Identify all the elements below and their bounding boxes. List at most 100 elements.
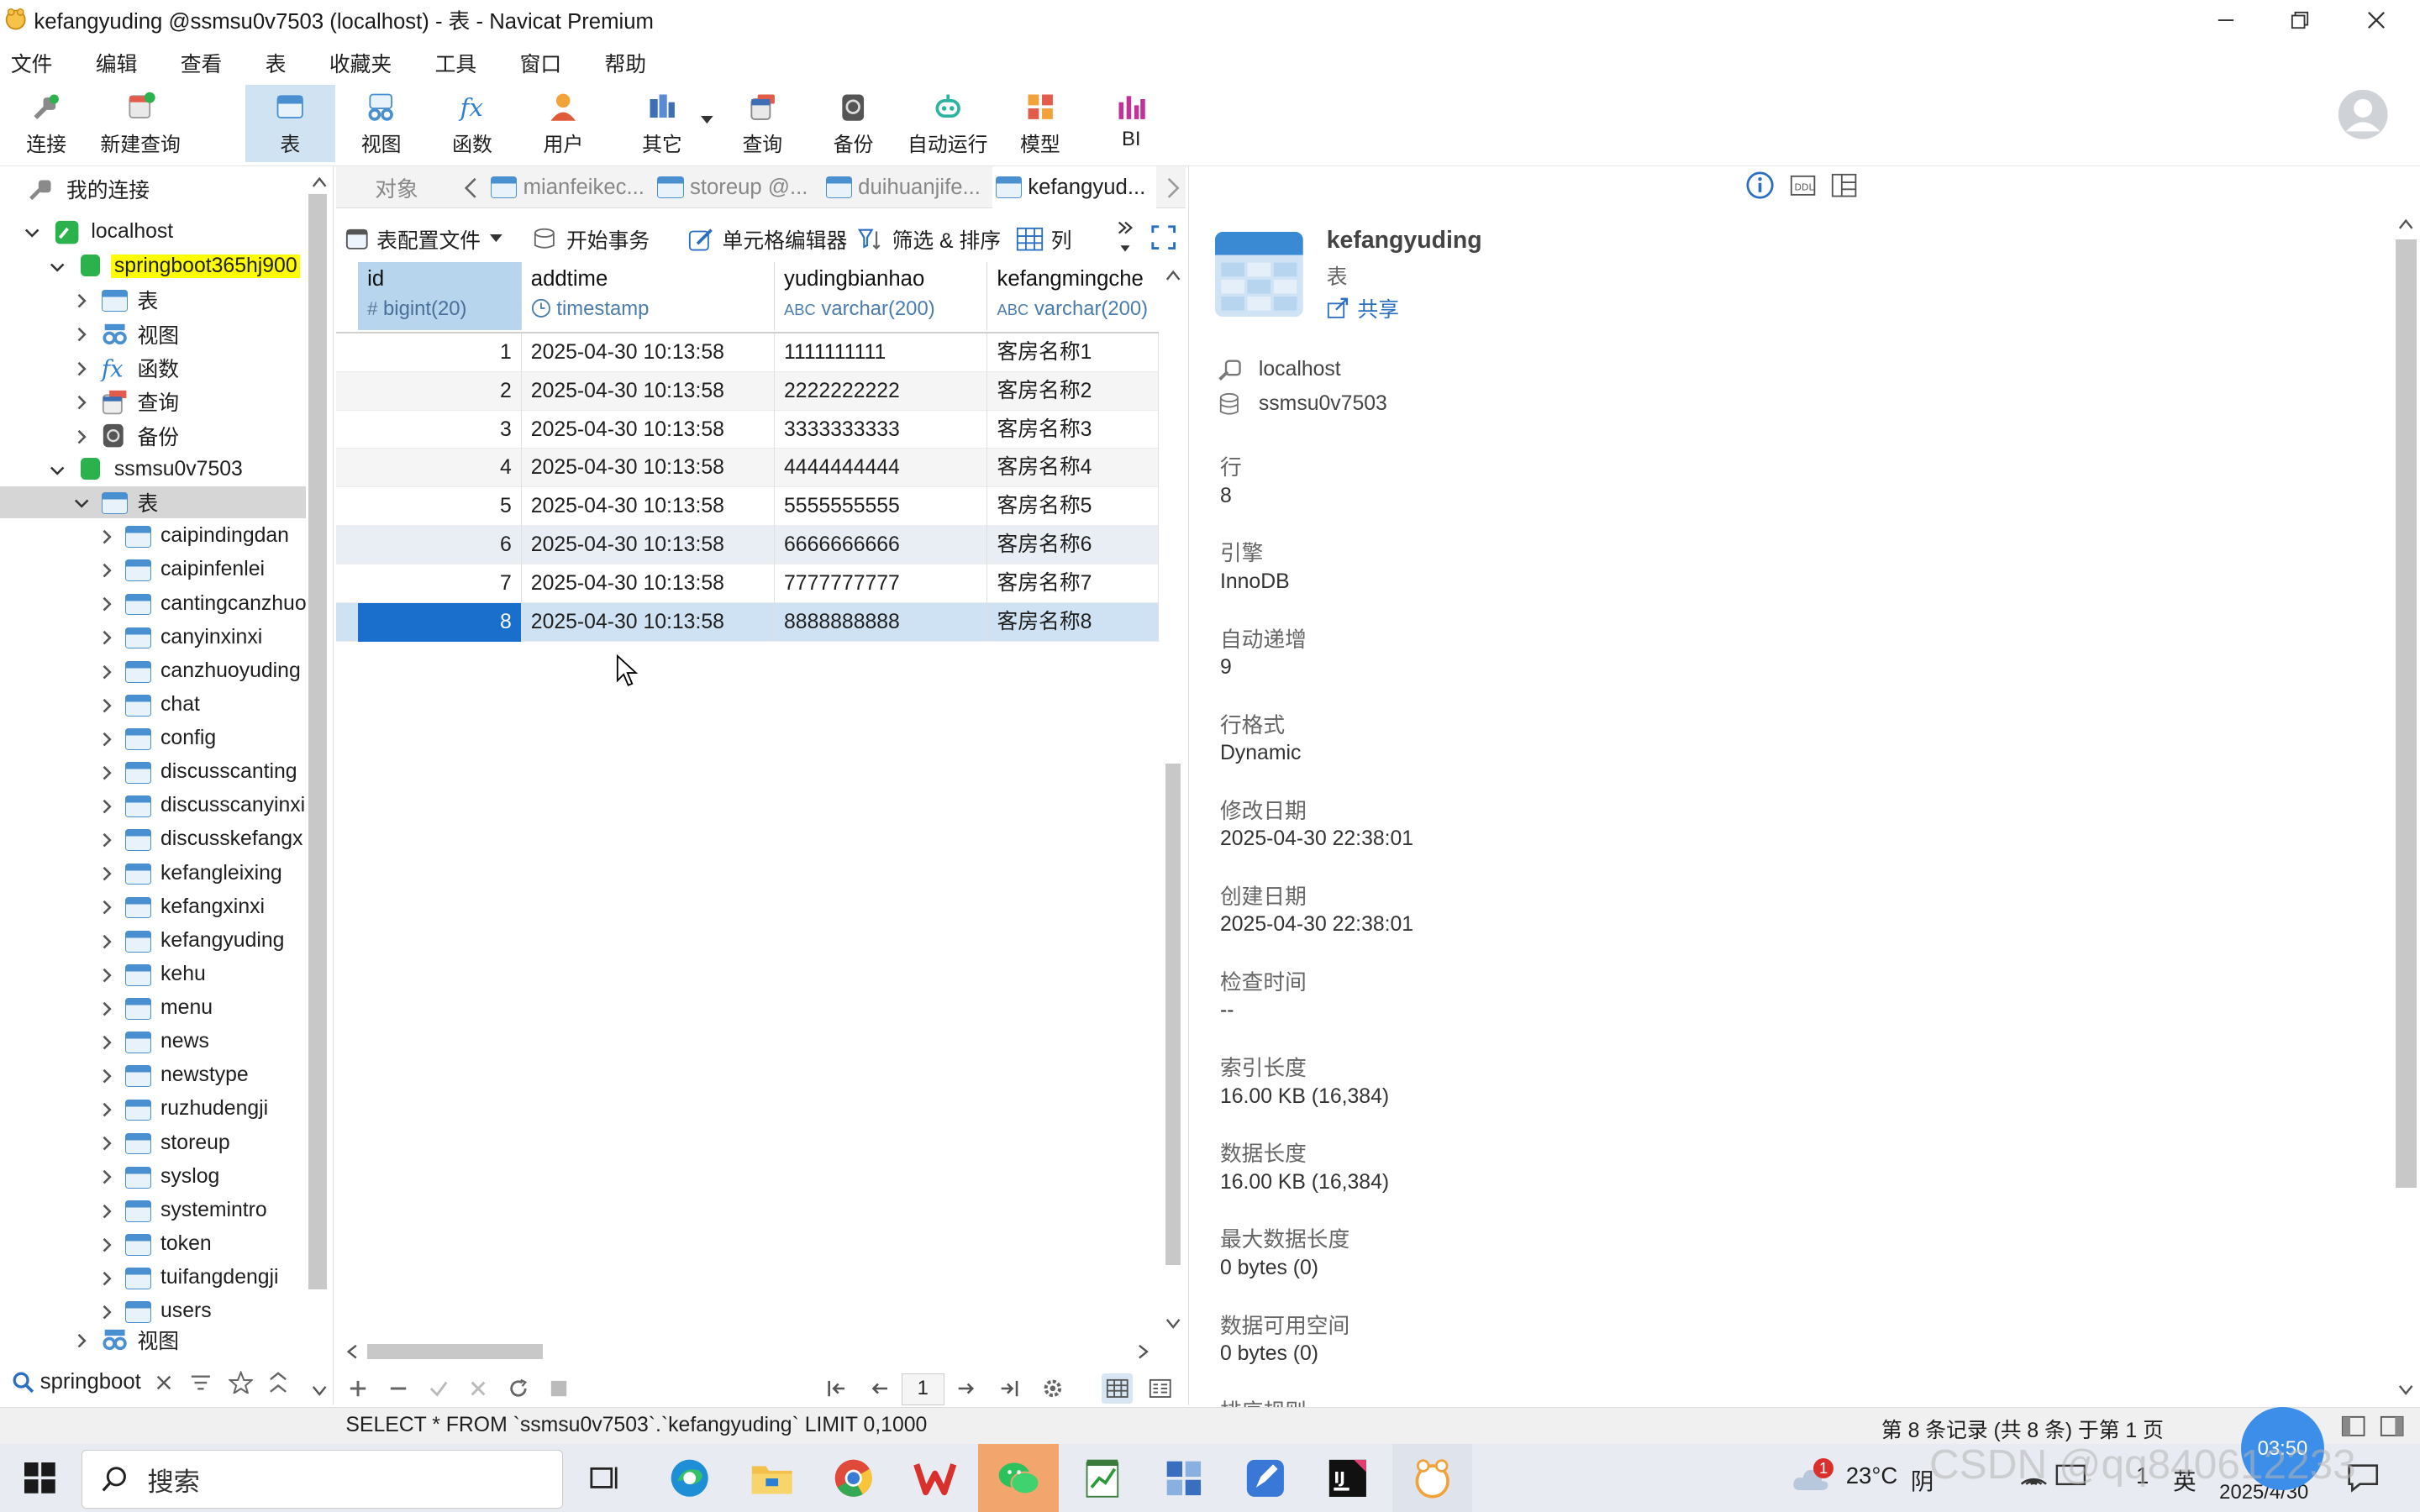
notepad-app[interactable]: [1074, 1450, 1129, 1505]
intellij-app[interactable]: IJ: [1319, 1450, 1375, 1505]
menu-view[interactable]: 查看: [170, 43, 236, 80]
table-cell[interactable]: 1: [358, 333, 522, 372]
info-scroll-thumb[interactable]: [2395, 239, 2417, 1189]
add-record-button[interactable]: [343, 1373, 374, 1404]
function-button[interactable]: fx 函数: [428, 85, 518, 162]
tree-db1-views[interactable]: 视图: [0, 318, 306, 350]
next-page-button[interactable]: [950, 1373, 981, 1404]
refresh-button[interactable]: [503, 1373, 534, 1404]
tree-search-input[interactable]: springboot: [40, 1370, 151, 1394]
connect-button[interactable]: 连接: [2, 85, 92, 162]
tree-db2-tables[interactable]: 表: [0, 486, 306, 519]
other-dropdown-icon[interactable]: [700, 115, 713, 125]
clear-search-icon[interactable]: [155, 1373, 173, 1392]
scroll-left-icon[interactable]: [345, 1344, 358, 1359]
collapse-icon[interactable]: [269, 1372, 287, 1394]
task-view-button[interactable]: [577, 1450, 633, 1505]
chevron-right-icon[interactable]: [99, 1169, 114, 1184]
table-cell[interactable]: 客房名称5: [987, 487, 1160, 527]
menu-favorites[interactable]: 收藏夹: [318, 43, 406, 80]
scroll-up-icon[interactable]: [1165, 269, 1181, 281]
column-header-addtime[interactable]: addtime timestamp: [522, 262, 775, 331]
table-button[interactable]: 表: [245, 85, 335, 162]
chevron-right-icon[interactable]: [74, 395, 89, 410]
tree-table-item[interactable]: caipinfenlei: [0, 554, 306, 586]
tree-db1-queries[interactable]: 查询: [0, 386, 306, 418]
info-icon[interactable]: [1746, 171, 1774, 199]
table-cell[interactable]: 2025-04-30 10:13:58: [522, 449, 775, 488]
chevron-right-icon[interactable]: [99, 1271, 114, 1286]
table-row[interactable]: 6 2025-04-30 10:13:58 6666666666 客房名称6: [336, 526, 1160, 565]
chevron-right-icon[interactable]: [99, 866, 114, 881]
tree-scroll-thumb[interactable]: [308, 194, 328, 1290]
tab-scroll-left-icon[interactable]: [463, 177, 478, 199]
chevron-right-icon[interactable]: [99, 765, 114, 780]
fullscreen-icon[interactable]: [1151, 225, 1176, 250]
cell-editor-button[interactable]: 单元格编辑器: [688, 222, 847, 255]
chevron-right-icon[interactable]: [99, 1237, 114, 1252]
tree-db2-views[interactable]: 视图: [0, 1324, 306, 1357]
filter-icon[interactable]: [190, 1373, 212, 1392]
grid-horizontal-thumb[interactable]: [367, 1343, 544, 1360]
stop-button[interactable]: [544, 1373, 575, 1404]
column-header-id[interactable]: id # bigint(20): [358, 262, 522, 331]
chevron-right-icon[interactable]: [74, 1333, 89, 1348]
column-header-kefangmingcheng[interactable]: kefangmingche ABC varchar(200): [987, 262, 1159, 330]
chevron-right-icon[interactable]: [99, 698, 114, 713]
tree-table-item[interactable]: config: [0, 722, 306, 755]
tab-objects[interactable]: 对象: [336, 166, 456, 208]
table-cell[interactable]: 5: [358, 487, 522, 527]
chevron-right-icon[interactable]: [99, 596, 114, 612]
tree-db-springboot[interactable]: springboot365hj900: [0, 250, 306, 283]
navicat-app[interactable]: [1404, 1450, 1460, 1505]
scroll-down-icon[interactable]: [1165, 1318, 1181, 1331]
view-button[interactable]: 视图: [336, 85, 426, 162]
more-tools-icon[interactable]: [1116, 219, 1134, 256]
chevron-right-icon[interactable]: [99, 832, 114, 848]
table-cell[interactable]: 2025-04-30 10:13:58: [522, 526, 775, 565]
tree-table-item[interactable]: discusscanyinxi: [0, 790, 306, 822]
tree-table-item[interactable]: token: [0, 1228, 306, 1261]
menu-table[interactable]: 表: [255, 43, 300, 80]
table-cell[interactable]: 客房名称4: [987, 449, 1160, 488]
chevron-right-icon[interactable]: [99, 799, 114, 814]
tree-table-item[interactable]: kehu: [0, 958, 306, 991]
tree-db-ssmsu0v7503[interactable]: ssmsu0v7503: [0, 454, 306, 486]
close-button[interactable]: [2339, 0, 2413, 40]
menu-tools[interactable]: 工具: [424, 43, 491, 80]
chevron-right-icon[interactable]: [74, 327, 89, 342]
tab-mianfeikec[interactable]: mianfeikec...: [487, 166, 651, 208]
chevron-right-icon[interactable]: [99, 1068, 114, 1084]
table-row[interactable]: 3 2025-04-30 10:13:58 3333333333 客房名称3: [336, 410, 1160, 449]
info-scrollbar[interactable]: [2392, 212, 2420, 1403]
layout-icon[interactable]: [1831, 173, 1857, 197]
tree-db1-backups[interactable]: 备份: [0, 420, 306, 453]
table-row[interactable]: 1 2025-04-30 10:13:58 1111111111 客房名称1: [336, 333, 1160, 372]
panel-right-toggle-icon[interactable]: [2380, 1415, 2404, 1437]
tree-table-item[interactable]: canyinxinxi: [0, 621, 306, 654]
tree-table-item[interactable]: discusskefangx: [0, 823, 306, 856]
auto-run-button[interactable]: 自动运行: [900, 85, 996, 162]
chevron-down-icon[interactable]: [24, 225, 39, 240]
chevron-right-icon[interactable]: [99, 1102, 114, 1117]
scroll-up-icon[interactable]: [2398, 218, 2413, 230]
scroll-right-icon[interactable]: [1138, 1344, 1150, 1359]
table-cell[interactable]: 4: [358, 449, 522, 488]
chrome-app[interactable]: [826, 1450, 881, 1505]
chevron-right-icon[interactable]: [99, 732, 114, 747]
discard-button[interactable]: [463, 1373, 494, 1404]
table-row[interactable]: 7 2025-04-30 10:13:58 7777777777 客房名称7: [336, 564, 1160, 604]
wechat-app[interactable]: [991, 1450, 1046, 1505]
chevron-right-icon[interactable]: [99, 1035, 114, 1050]
chevron-right-icon[interactable]: [99, 630, 114, 645]
grid-horizontal-scrollbar[interactable]: [339, 1339, 1157, 1363]
table-cell[interactable]: 2025-04-30 10:13:58: [522, 371, 775, 411]
file-explorer-app[interactable]: [744, 1450, 799, 1505]
chevron-right-icon[interactable]: [99, 968, 114, 983]
table-cell[interactable]: 7777777777: [775, 564, 988, 604]
tree-table-item[interactable]: discusscanting: [0, 756, 306, 789]
table-cell[interactable]: 客房名称6: [987, 526, 1160, 565]
table-cell[interactable]: 客房名称2: [987, 371, 1160, 411]
table-cell[interactable]: 6666666666: [775, 526, 988, 565]
tab-storeup[interactable]: storeup @...: [655, 166, 818, 208]
